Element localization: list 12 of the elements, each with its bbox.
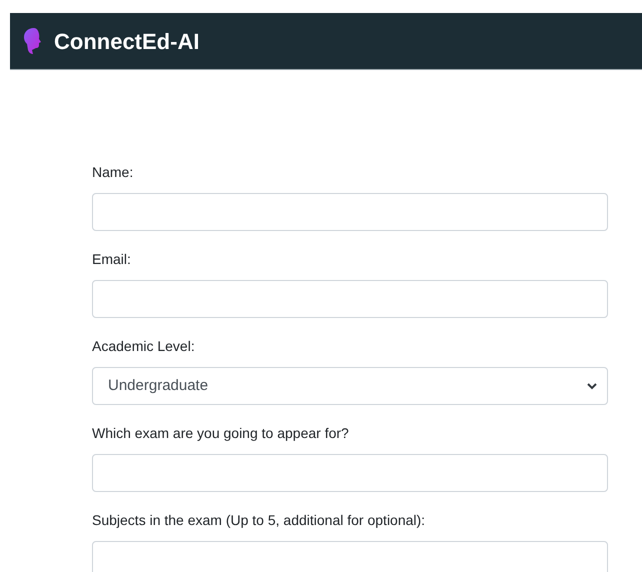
field-label: Academic Level: [92, 337, 196, 355]
field-label: Subjects in the exam (Up to 5, additional for optional): [92, 511, 426, 529]
field-label: Name: [92, 163, 134, 181]
select-field[interactable]: Undergraduate [92, 367, 608, 405]
field-label: Which exam are you going to appear for? [92, 424, 350, 442]
input-field[interactable] [92, 193, 608, 231]
chevron-down-icon [587, 382, 597, 390]
input-field[interactable] [92, 541, 608, 572]
field-label: Email: [92, 250, 132, 268]
input-field[interactable] [92, 280, 608, 318]
brand-name: ConnectEd-AI [54, 28, 200, 56]
input-field[interactable] [92, 454, 608, 492]
